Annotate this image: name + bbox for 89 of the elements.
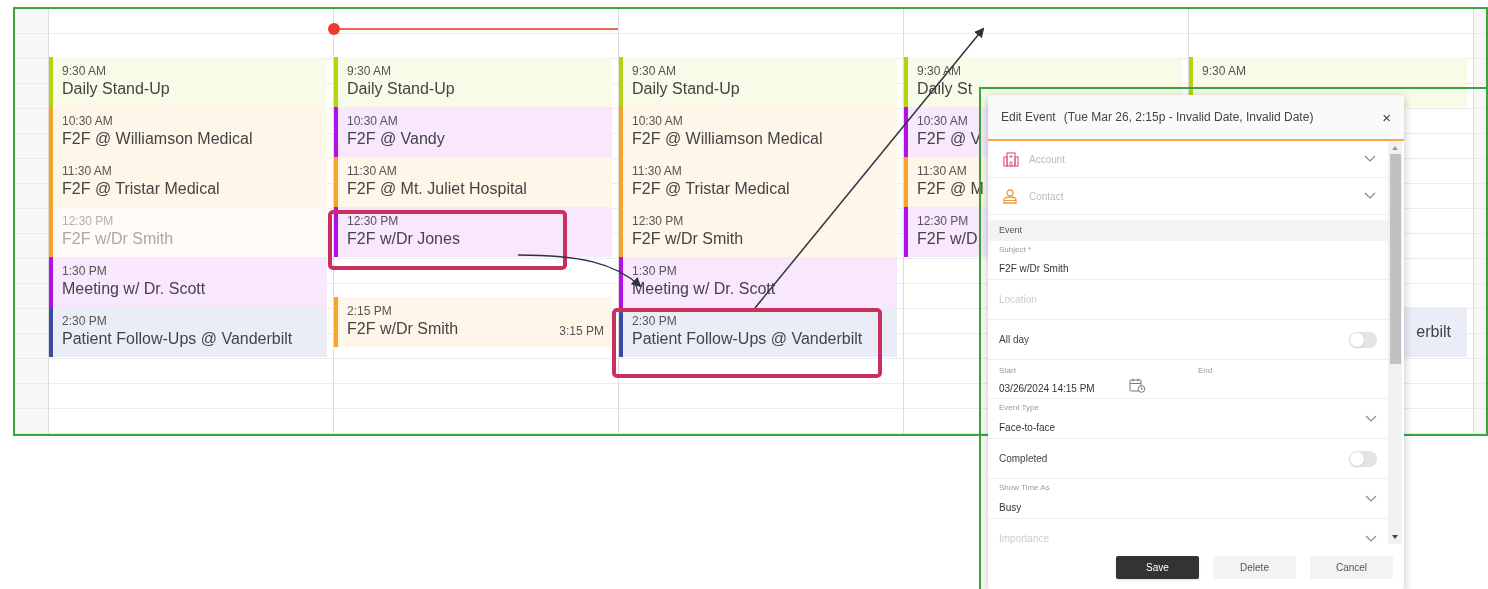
dialog-button[interactable]: Cancel (1310, 555, 1393, 579)
event-time: 9:30 AM (347, 64, 392, 78)
event-title: Patient Follow-Ups @ Vanderbilt (632, 329, 863, 349)
text-field[interactable]: Subject * F2F w/Dr Smith (988, 241, 1388, 280)
event-time: 2:15 PM (347, 304, 392, 318)
event-title: F2F w/D (917, 229, 978, 249)
field-value: Busy (999, 501, 1023, 515)
field-placeholder: Account (1029, 152, 1066, 167)
event-time: 2:30 PM (62, 314, 107, 328)
chevron-down-icon (1365, 534, 1377, 543)
event-title: F2F @ Vandy (347, 129, 445, 149)
event-title: F2F w/Dr Smith (62, 229, 174, 249)
field-label: Event Type (999, 402, 1040, 414)
field-label: End (1198, 365, 1214, 377)
event-title: Daily Stand-Up (62, 79, 170, 99)
event-card[interactable]: 2:15 PM F2F w/Dr Smith 3:15 PM (334, 297, 612, 347)
dialog-title: Edit Event (1001, 109, 1056, 126)
event-title: Patient Follow-Ups @ Vanderbilt (62, 329, 293, 349)
event-title: F2F @ Tristar Medical (62, 179, 220, 199)
field-value: Face-to-face (999, 421, 1056, 435)
event-time: 11:30 AM (347, 164, 397, 178)
event-title: F2F @ Williamson Medical (632, 129, 823, 149)
event-title: F2F w/Dr Jones (347, 229, 460, 249)
event-card[interactable]: 9:30 AM Daily Stand-Up (619, 57, 897, 107)
chevron-down-icon (1364, 155, 1376, 163)
event-card[interactable]: 1:30 PM Meeting w/ Dr. Scott (49, 257, 327, 307)
event-card[interactable]: 12:30 PM F2F w/Dr Smith (619, 207, 897, 257)
event-time: 10:30 AM (347, 114, 398, 128)
field-placeholder: Contact (1029, 189, 1064, 204)
event-title: F2F @ Williamson Medical (62, 129, 253, 149)
event-time: 11:30 AM (62, 164, 112, 178)
event-card[interactable]: 12:30 PM F2F w/Dr Jones (334, 207, 612, 257)
event-time: 12:30 PM (917, 214, 969, 228)
person-icon (1003, 188, 1019, 204)
calendar-clock-icon[interactable] (1128, 377, 1146, 393)
field-label: Start (999, 365, 1017, 377)
field-value: F2F w/Dr Smith (999, 262, 1070, 276)
toggle-switch[interactable] (1349, 331, 1377, 348)
event-title: Daily Stand-Up (347, 79, 455, 99)
event-card[interactable]: 11:30 AM F2F @ Mt. Juliet Hospital (334, 157, 612, 207)
event-time: 1:30 PM (62, 264, 107, 278)
event-time: 10:30 AM (917, 114, 968, 128)
event-time: 9:30 AM (1202, 64, 1247, 78)
event-time: 12:30 PM (347, 214, 399, 228)
field-label: All day (999, 333, 1029, 347)
event-title: F2F @ Mt. Juliet Hospital (347, 179, 527, 199)
chevron-down-icon (1365, 414, 1377, 423)
event-card[interactable]: 10:30 AM F2F @ Williamson Medical (619, 107, 897, 157)
dialog-button[interactable]: Save (1116, 555, 1199, 579)
building-icon (1003, 151, 1019, 167)
event-time: 9:30 AM (632, 64, 677, 78)
field-label: Completed (999, 452, 1048, 466)
event-time: 9:30 AM (62, 64, 107, 78)
event-time: 12:30 PM (62, 214, 114, 228)
event-time: 2:30 PM (632, 314, 677, 328)
event-card[interactable]: 2:30 PM Patient Follow-Ups @ Vanderbilt (49, 307, 327, 357)
event-card[interactable]: 11:30 AM F2F @ Tristar Medical (619, 157, 897, 207)
event-title: F2F w/Dr Smith (347, 319, 459, 339)
event-card[interactable]: 9:30 AM Daily Stand-Up (334, 57, 612, 107)
section-header: Event (999, 223, 1022, 237)
event-time: 10:30 AM (632, 114, 683, 128)
field-label: Subject * (999, 244, 1033, 256)
event-card[interactable]: 10:30 AM F2F @ Williamson Medical (49, 107, 327, 157)
event-title: Daily Stand-Up (632, 79, 740, 99)
toggle-switch[interactable] (1349, 450, 1377, 467)
dialog-subtitle: (Tue Mar 26, 2:15p - Invalid Date, Invalid Date) (1063, 109, 1314, 126)
event-card[interactable]: 10:30 AM F2F @ Vandy (334, 107, 612, 157)
event-time: 1:30 PM (632, 264, 677, 278)
close-button[interactable]: × (1382, 109, 1391, 125)
event-title: Meeting w/ Dr. Scott (62, 279, 206, 299)
event-card[interactable]: 2:30 PM Patient Follow-Ups @ Vanderbilt (619, 307, 897, 357)
event-card[interactable]: 11:30 AM F2F @ Tristar Medical (49, 157, 327, 207)
date-field[interactable]: Start 03/26/2024 14:15 PM (999, 365, 1198, 398)
event-end-time: 3:15 PM (559, 323, 604, 340)
event-time: 10:30 AM (62, 114, 113, 128)
event-title: F2F @ Tristar Medical (632, 179, 790, 199)
chevron-down-icon (1365, 494, 1377, 503)
field-label: Show Time As (999, 482, 1050, 494)
event-card[interactable]: 9:30 AM Daily Stand-Up (49, 57, 327, 107)
dialog-button[interactable]: Delete (1213, 555, 1296, 579)
event-title: erbilt (1416, 322, 1451, 342)
chevron-down-icon (1364, 192, 1376, 200)
event-title: F2F w/Dr Smith (632, 229, 744, 249)
select-field[interactable]: Event Type Face-to-face (988, 399, 1388, 439)
event-time: 11:30 AM (917, 164, 967, 178)
select-field[interactable]: Show Time As Busy (988, 479, 1388, 519)
field-value: 03/26/2024 14:15 PM (999, 382, 1095, 396)
event-time: 12:30 PM (632, 214, 684, 228)
event-time: 11:30 AM (632, 164, 682, 178)
